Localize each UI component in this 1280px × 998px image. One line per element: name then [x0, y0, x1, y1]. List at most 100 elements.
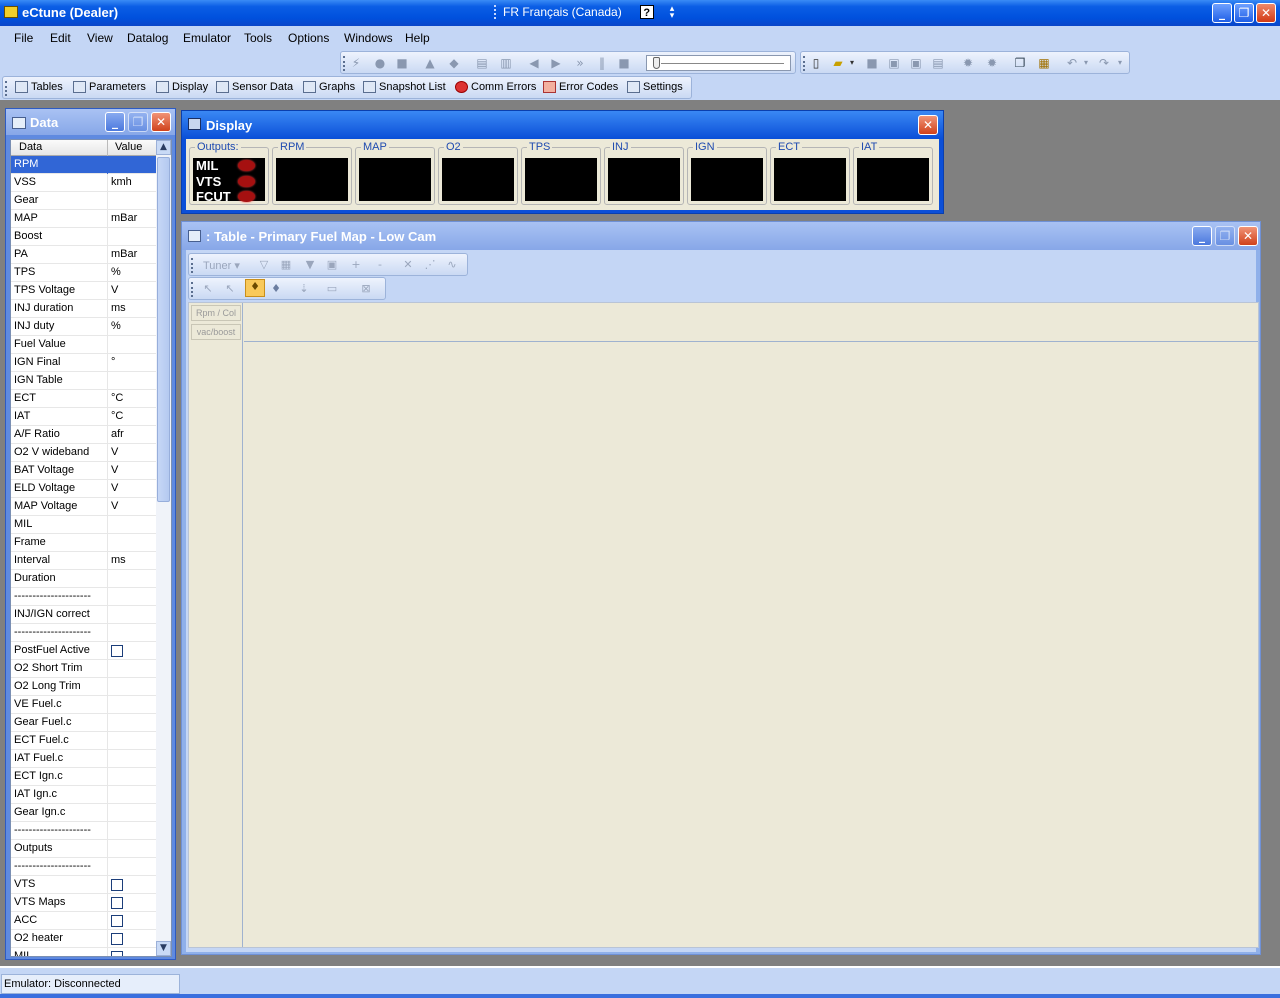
data-row-checkbox[interactable]	[111, 915, 123, 927]
filter-icon[interactable]: ▽	[257, 258, 271, 272]
plus-icon[interactable]: +	[349, 258, 363, 272]
data-row[interactable]: Frame	[11, 534, 156, 552]
save-as-icon[interactable]: ▣	[887, 56, 901, 70]
data-row[interactable]: ECT °C	[11, 390, 156, 408]
data-row[interactable]: PostFuel Active	[11, 642, 156, 660]
data-row[interactable]: ---------------------	[11, 624, 156, 642]
paste-icon[interactable]: ▦	[1037, 56, 1051, 70]
view-dropdown-icon[interactable]: ▭	[325, 282, 339, 296]
data-row[interactable]: PA mBar	[11, 246, 156, 264]
toolbar-grip[interactable]	[191, 282, 194, 297]
save-icon[interactable]: ■	[865, 56, 879, 70]
save-log-icon[interactable]: ■	[395, 56, 409, 70]
help-icon[interactable]: ?	[639, 5, 654, 19]
column-separator[interactable]	[107, 140, 108, 156]
data-row[interactable]: INJ duty%	[11, 318, 156, 336]
menu-help[interactable]: Help	[405, 31, 430, 45]
playback-slider[interactable]	[646, 55, 791, 71]
grid-icon[interactable]: ▦	[279, 258, 293, 272]
data-row[interactable]: TPS Voltage V	[11, 282, 156, 300]
open-file-icon[interactable]: ▰	[831, 56, 845, 70]
connect-icon[interactable]: ⚡	[349, 56, 363, 70]
scroll-up-icon[interactable]: ▲	[156, 140, 171, 155]
snapshot-list-button[interactable]: Snapshot List	[363, 81, 446, 93]
data-row[interactable]: O2 heater	[11, 930, 156, 948]
table-maximize-button[interactable]: ❐	[1215, 226, 1235, 246]
data-row[interactable]: O2 Short Trim	[11, 660, 156, 678]
gauge-map[interactable]: MAP	[355, 141, 435, 205]
redo-dropdown-icon[interactable]: ▾	[1113, 56, 1127, 70]
data-panel-maximize-button[interactable]: ❐	[128, 112, 148, 132]
data-row[interactable]: O2 V wideband V	[11, 444, 156, 462]
data-row[interactable]: VTS Maps	[11, 894, 156, 912]
data-row[interactable]: IAT °C	[11, 408, 156, 426]
data-row[interactable]: IGN Final °	[11, 354, 156, 372]
upload-chip-icon[interactable]: ✹	[961, 56, 975, 70]
data-row[interactable]: MAP mBar	[11, 210, 156, 228]
save-all-icon[interactable]: ▣	[909, 56, 923, 70]
data-panel-minimize-button[interactable]: _	[105, 112, 125, 132]
data-row-checkbox[interactable]	[111, 951, 123, 956]
data-row[interactable]: INJ duration ms	[11, 300, 156, 318]
menu-view[interactable]: View	[87, 31, 113, 45]
tuner-dropdown[interactable]: Tuner ▾	[203, 259, 240, 272]
data-row[interactable]: MAP Voltage V	[11, 498, 156, 516]
redo-icon[interactable]: ↷	[1097, 56, 1111, 70]
data-row[interactable]: VTS	[11, 876, 156, 894]
data-row[interactable]: Duration	[11, 570, 156, 588]
language-bar-grip[interactable]	[494, 5, 497, 19]
slider-knob[interactable]	[653, 57, 660, 69]
minus-icon[interactable]: -	[373, 258, 387, 272]
new-file-icon[interactable]: ▯	[809, 56, 823, 70]
scrollbar-thumb[interactable]	[157, 157, 170, 502]
data-row[interactable]: BAT Voltage V	[11, 462, 156, 480]
funnel-icon[interactable]: ▼	[303, 258, 317, 272]
data-panel-close-button[interactable]: ✕	[151, 112, 171, 132]
compare-icon[interactable]: ▤	[931, 56, 945, 70]
data-row[interactable]: Boost	[11, 228, 156, 246]
display-button[interactable]: Display	[156, 81, 208, 93]
data-row[interactable]: Fuel Value	[11, 336, 156, 354]
data-row[interactable]: IAT Ign.c	[11, 786, 156, 804]
gauge-inj[interactable]: INJ	[604, 141, 684, 205]
close-button[interactable]: ✕	[1256, 3, 1276, 23]
data-row-checkbox[interactable]	[111, 933, 123, 945]
toolbar-grip[interactable]	[343, 56, 346, 71]
data-row[interactable]: ---------------------	[11, 858, 156, 876]
table-window-header[interactable]: : Table - Primary Fuel Map - Low Cam _ ❐…	[182, 222, 1260, 250]
undo-icon[interactable]: ↶	[1065, 56, 1079, 70]
parameters-button[interactable]: Parameters	[73, 81, 146, 93]
data-row[interactable]: Outputs	[11, 840, 156, 858]
gauge-iat[interactable]: IAT	[853, 141, 933, 205]
data-row-checkbox[interactable]	[111, 645, 123, 657]
data-row[interactable]: ELD Voltage V	[11, 480, 156, 498]
trace-2-icon[interactable]: ♦	[269, 282, 283, 296]
data-row[interactable]: MIL	[11, 516, 156, 534]
minimize-button[interactable]: _	[1212, 3, 1232, 23]
table-minimize-button[interactable]: _	[1192, 226, 1212, 246]
comm-errors-button[interactable]: Comm Errors	[455, 81, 536, 93]
data-panel-header[interactable]: Data _ ❐ ✕	[6, 109, 175, 135]
gauge-tps[interactable]: TPS	[521, 141, 601, 205]
interpolate-icon[interactable]: ✕	[401, 258, 415, 272]
copy-icon[interactable]: ❐	[1013, 56, 1027, 70]
menu-file[interactable]: File	[14, 31, 33, 45]
data-row[interactable]: Gear Ign.c	[11, 804, 156, 822]
display-window-header[interactable]: Display ✕	[182, 111, 943, 139]
data-row[interactable]: ECT Fuel.c	[11, 732, 156, 750]
data-grid-scrollbar[interactable]: ▲ ▼	[156, 140, 171, 956]
wave-icon[interactable]: ∿	[445, 258, 459, 272]
data-row[interactable]: VSS kmh	[11, 174, 156, 192]
menu-edit[interactable]: Edit	[50, 31, 71, 45]
data-row[interactable]: Interval ms	[11, 552, 156, 570]
menu-windows[interactable]: Windows	[344, 31, 393, 45]
menu-tools[interactable]: Tools	[244, 31, 272, 45]
column-header-value[interactable]: Value	[115, 141, 142, 153]
language-label[interactable]: FR Français (Canada)	[503, 5, 622, 19]
chart-toggle-icon[interactable]: ⊠	[359, 282, 373, 296]
language-options-icon[interactable]: ▴ ▾	[670, 4, 675, 20]
warning-icon[interactable]: ▲	[423, 56, 437, 70]
restore-button[interactable]: ❐	[1234, 3, 1254, 23]
data-row[interactable]: Gear Fuel.c	[11, 714, 156, 732]
data-row[interactable]: ---------------------	[11, 588, 156, 606]
